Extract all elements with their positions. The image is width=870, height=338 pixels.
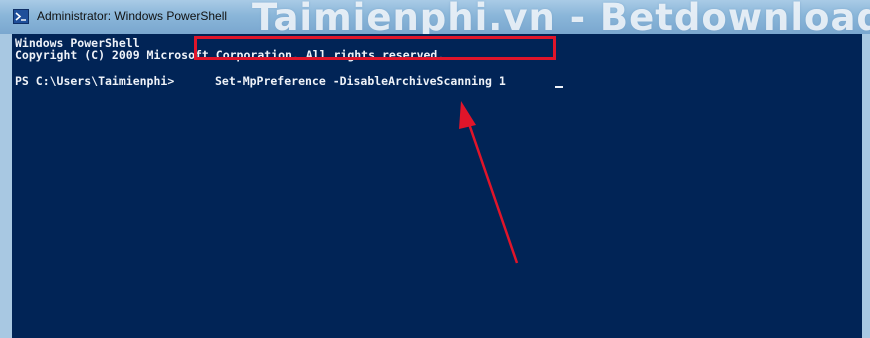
powershell-window: Administrator: Windows PowerShell Taimie… <box>0 0 870 338</box>
arrow-up-icon <box>459 101 519 264</box>
